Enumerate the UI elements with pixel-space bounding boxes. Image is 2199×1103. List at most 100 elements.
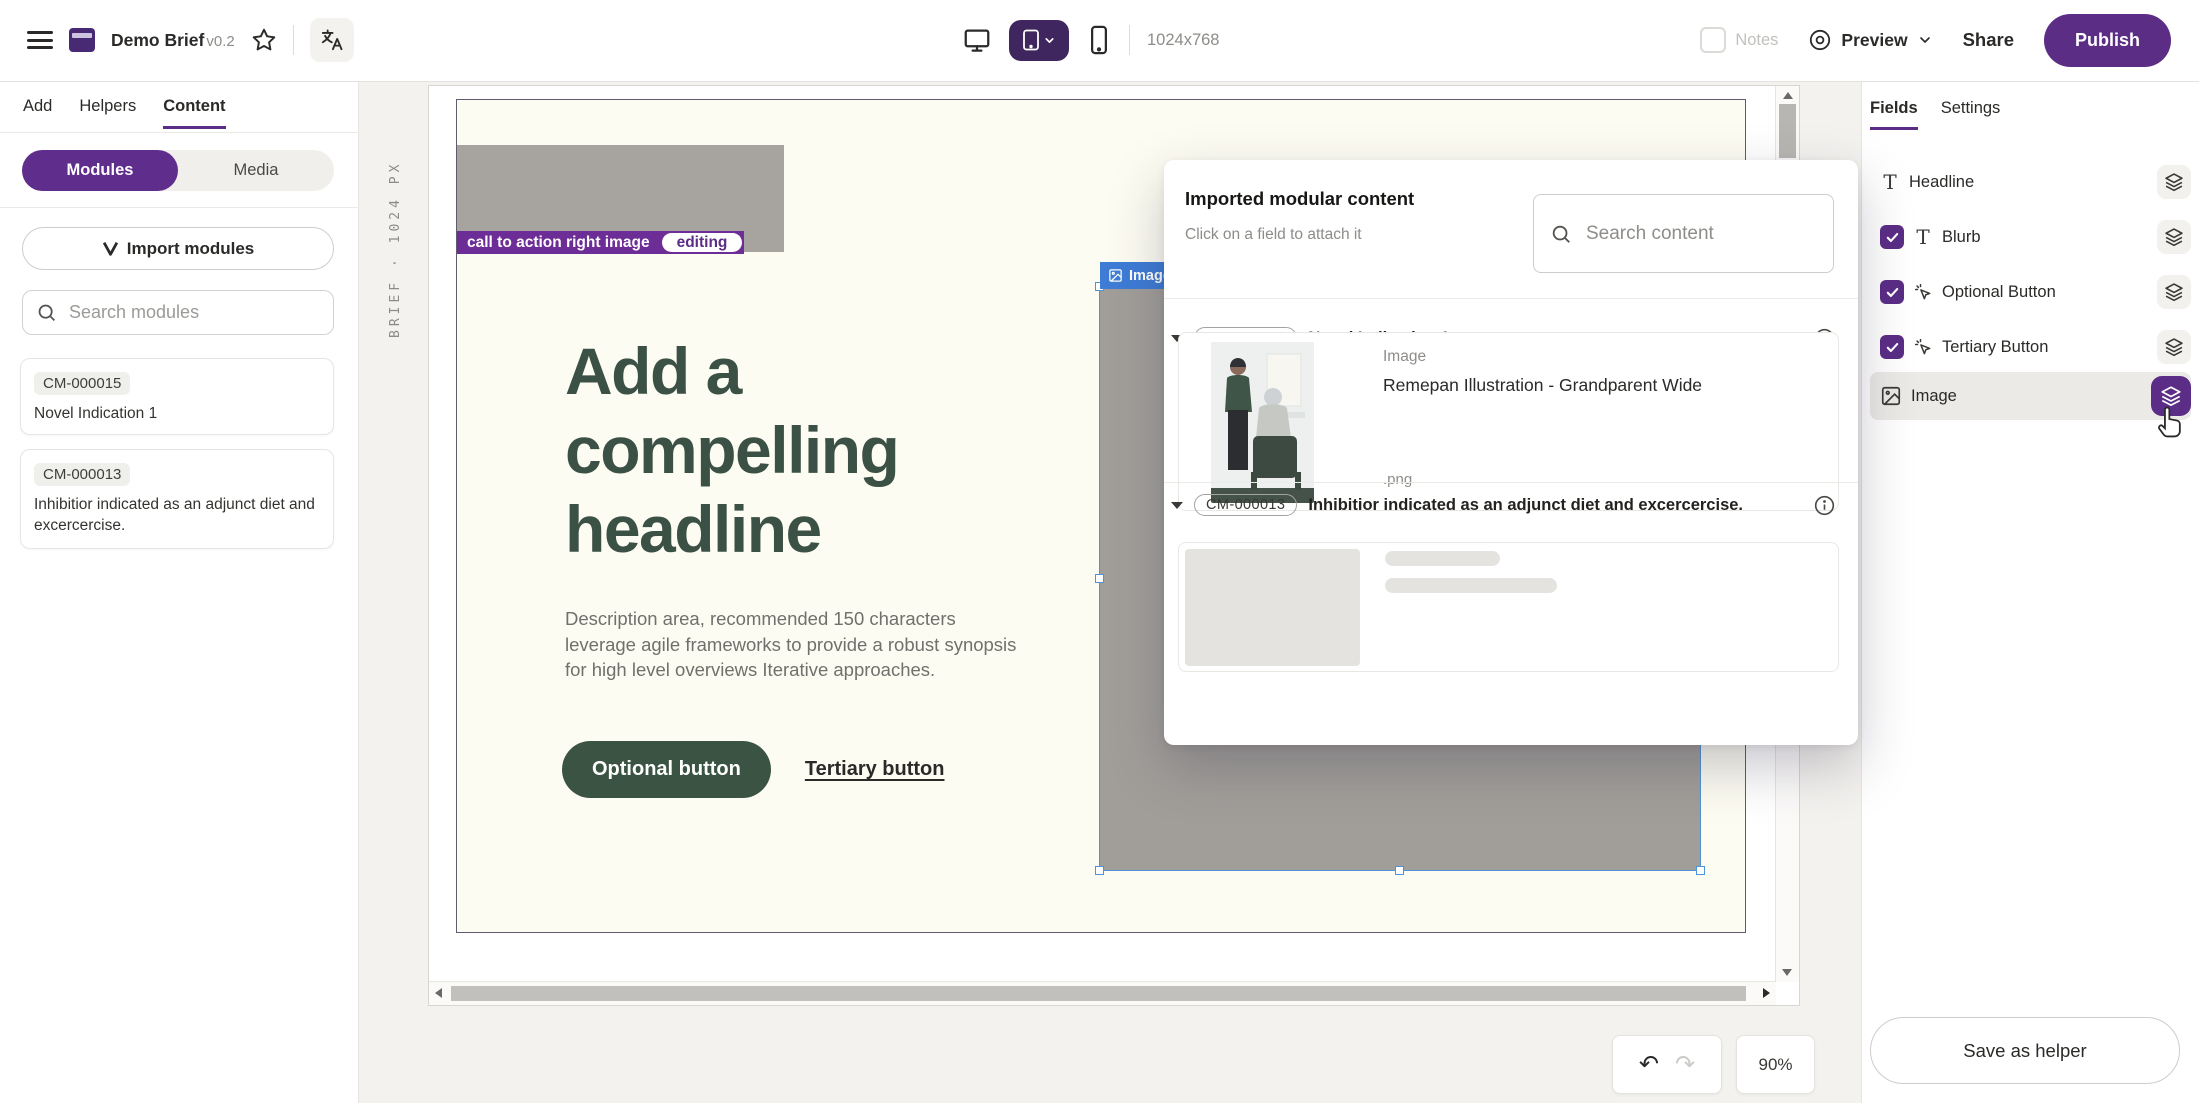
segment-media[interactable]: Media xyxy=(178,150,334,191)
field-row-image[interactable]: Image xyxy=(1870,372,2191,420)
redo-icon[interactable]: ↷ xyxy=(1675,1053,1695,1077)
selection-handle[interactable] xyxy=(1095,866,1104,875)
horizontal-scrollbar[interactable] xyxy=(429,981,1776,1005)
history-controls: ↶ ↷ xyxy=(1612,1035,1722,1094)
scroll-left-arrow[interactable] xyxy=(435,988,442,998)
horizontal-scroll-thumb[interactable] xyxy=(451,986,1746,1001)
notes-toggle[interactable]: Notes xyxy=(1700,27,1778,53)
undo-icon[interactable]: ↶ xyxy=(1639,1053,1659,1077)
asset-card-image[interactable]: Image Remepan Illustration - Grandparent… xyxy=(1178,332,1839,511)
layers-icon xyxy=(2164,337,2184,357)
search-icon xyxy=(36,302,57,323)
field-row-optional-button[interactable]: Optional Button xyxy=(1870,273,2191,311)
vertical-scroll-thumb[interactable] xyxy=(1779,104,1796,158)
tablet-view-button[interactable] xyxy=(1009,20,1069,61)
layers-icon xyxy=(2164,227,2184,247)
field-row-blurb[interactable]: T Blurb xyxy=(1870,218,2191,256)
search-modules-box xyxy=(22,290,334,335)
check-icon xyxy=(1885,285,1900,300)
canvas-resolution: 1024x768 xyxy=(1147,31,1220,50)
info-icon[interactable] xyxy=(1813,494,1836,517)
scroll-right-arrow[interactable] xyxy=(1763,988,1770,998)
field-label: Blurb xyxy=(1942,228,1981,247)
scroll-up-arrow[interactable] xyxy=(1783,92,1793,99)
scroll-down-arrow[interactable] xyxy=(1782,969,1792,976)
search-content-box xyxy=(1533,194,1834,273)
field-row-headline[interactable]: T Headline xyxy=(1870,163,2191,201)
topbar-divider xyxy=(293,25,294,55)
description-text[interactable]: Description area, recommended 150 charac… xyxy=(565,606,1027,683)
checked-checkbox[interactable] xyxy=(1880,335,1904,359)
translate-icon[interactable] xyxy=(310,18,354,62)
selection-handle[interactable] xyxy=(1696,866,1705,875)
layers-button[interactable] xyxy=(2157,220,2191,254)
canvas-ruler-label: BRIEF · 1024 PX xyxy=(388,108,403,338)
module-title: Novel Indication 1 xyxy=(34,403,320,424)
selection-handle[interactable] xyxy=(1095,574,1104,583)
asset-card-loading[interactable] xyxy=(1178,542,1839,672)
tab-content[interactable]: Content xyxy=(163,97,225,129)
notes-checkbox[interactable] xyxy=(1700,27,1726,53)
search-content-input[interactable] xyxy=(1584,222,1817,246)
tab-fields[interactable]: Fields xyxy=(1870,99,1918,130)
imported-content-popover: Imported modular content Click on a fiel… xyxy=(1164,160,1858,745)
text-field-icon: T xyxy=(1880,170,1900,194)
content-section-title: Inhibitior indicated as an adjunct diet … xyxy=(1308,496,1802,515)
popover-subtitle: Click on a field to attach it xyxy=(1185,226,1362,244)
tab-settings[interactable]: Settings xyxy=(1941,99,2001,130)
check-icon xyxy=(1885,230,1900,245)
skeleton-thumbnail xyxy=(1185,549,1360,666)
tertiary-button[interactable]: Tertiary button xyxy=(799,757,951,782)
share-button[interactable]: Share xyxy=(1963,29,2014,51)
tab-helpers[interactable]: Helpers xyxy=(79,97,136,129)
preview-button[interactable]: Preview xyxy=(1808,28,1932,52)
image-field-icon xyxy=(1880,385,1902,407)
content-section-row[interactable]: CM-000013 Inhibitior indicated as an adj… xyxy=(1171,490,1836,520)
layers-icon xyxy=(2164,282,2184,302)
favorite-star-icon[interactable] xyxy=(251,27,277,53)
topbar-divider xyxy=(1129,25,1130,55)
zoom-level-button[interactable]: 90% xyxy=(1736,1035,1815,1094)
modules-media-toggle: Modules Media xyxy=(22,150,334,191)
field-row-tertiary-button[interactable]: Tertiary Button xyxy=(1870,328,2191,366)
selection-handle[interactable] xyxy=(1395,866,1404,875)
search-icon xyxy=(1550,223,1572,245)
asset-name: Remepan Illustration - Grandparent Wide xyxy=(1383,375,1702,396)
editing-status-badge: editing xyxy=(662,233,743,252)
field-label: Tertiary Button xyxy=(1942,338,2048,357)
module-card[interactable]: CM-000013 Inhibitior indicated as an adj… xyxy=(20,449,334,549)
asset-type-label: Image xyxy=(1383,348,1426,366)
module-id-badge: CM-000013 xyxy=(34,463,130,486)
skeleton-line xyxy=(1385,578,1557,593)
tab-add[interactable]: Add xyxy=(23,97,52,129)
layers-button[interactable] xyxy=(2157,275,2191,309)
checked-checkbox[interactable] xyxy=(1880,280,1904,304)
hamburger-menu-icon[interactable] xyxy=(27,31,53,49)
optional-button[interactable]: Optional button xyxy=(562,741,771,798)
layers-button[interactable] xyxy=(2157,330,2191,364)
checked-checkbox[interactable] xyxy=(1880,225,1904,249)
module-card[interactable]: CM-000015 Novel Indication 1 xyxy=(20,358,334,435)
mobile-view-icon[interactable] xyxy=(1086,25,1112,55)
right-sidebar: Fields Settings T Headline T Blurb xyxy=(1861,81,2199,1103)
headline-text[interactable]: Add a compelling headline xyxy=(565,332,1055,569)
field-label: Image xyxy=(1911,387,1957,406)
segment-modules[interactable]: Modules xyxy=(22,150,178,191)
save-as-helper-button[interactable]: Save as helper xyxy=(1870,1017,2180,1084)
collapse-caret-icon[interactable] xyxy=(1171,502,1183,509)
desktop-view-icon[interactable] xyxy=(962,25,992,55)
text-field-icon: T xyxy=(1913,225,1933,249)
search-modules-input[interactable] xyxy=(67,301,320,324)
module-label: call to action right image xyxy=(467,234,650,252)
layers-icon xyxy=(2164,172,2184,192)
button-field-icon xyxy=(1913,337,1933,357)
brief-title: Demo Brief xyxy=(111,30,204,51)
layers-button[interactable] xyxy=(2157,165,2191,199)
asset-thumbnail xyxy=(1211,342,1314,503)
layers-button-active[interactable] xyxy=(2151,376,2191,416)
check-icon xyxy=(1885,340,1900,355)
left-sidebar: Add Helpers Content Modules Media Import… xyxy=(0,81,359,1103)
field-label: Headline xyxy=(1909,173,1974,192)
import-modules-button[interactable]: Import modules xyxy=(22,227,334,270)
publish-button[interactable]: Publish xyxy=(2044,14,2171,67)
